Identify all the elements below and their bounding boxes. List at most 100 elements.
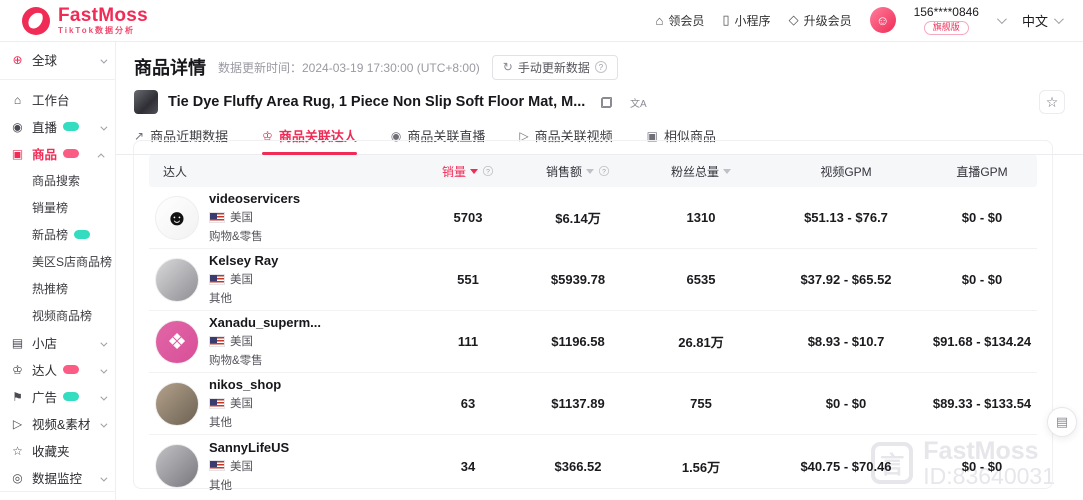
creator-category: 其他 <box>209 290 278 306</box>
us-flag-icon <box>209 212 225 223</box>
creator-avatar[interactable]: ☻ <box>155 196 199 240</box>
video-gpm-value: $51.13 - $76.7 <box>765 210 927 225</box>
column-info-icon[interactable] <box>599 166 609 176</box>
sidebar-subitem[interactable]: 新品榜 <box>32 221 115 248</box>
monitor-icon: ◎ <box>10 471 25 485</box>
shop-icon: ▤ <box>10 336 25 350</box>
language-label: 中文 <box>1022 11 1048 30</box>
manual-refresh-button[interactable]: ↻ 手动更新数据 <box>492 55 618 80</box>
product-icon: ▣ <box>10 147 25 161</box>
creator-name[interactable]: videoservicers <box>209 191 300 206</box>
column-header[interactable]: 达人 <box>149 163 417 180</box>
video-icon: ▷ <box>10 417 25 431</box>
column-label: 粉丝总量 <box>671 163 719 180</box>
creator-avatar[interactable]: ❖ <box>155 320 199 364</box>
new-badge <box>63 365 79 374</box>
new-badge <box>63 149 79 158</box>
sidebar-subitem[interactable]: 美区S店商品榜 <box>32 248 115 275</box>
fastmoss-logo[interactable]: FastMoss TikTok数据分析 <box>22 6 148 35</box>
sidebar-subitem-label: 商品搜索 <box>32 172 80 189</box>
topnav-item-label: 领会员 <box>668 12 704 29</box>
creator-name[interactable]: Kelsey Ray <box>209 253 278 268</box>
revenue-value: $366.52 <box>519 459 637 474</box>
followers-value: 26.81万 <box>637 332 765 351</box>
table-row[interactable]: Kelsey Ray 美国 其他 551 $5939.78 6535 $37.9… <box>149 249 1037 311</box>
column-header[interactable]: 直播GPM <box>927 163 1037 180</box>
creator-category: 购物&零售 <box>209 352 321 368</box>
sidebar-item-label: 直播 <box>32 117 57 136</box>
sidebar-item[interactable]: ▤ 小店 <box>0 329 115 356</box>
user-avatar[interactable]: ☺ <box>870 7 896 33</box>
sidebar-subitem-label: 视频商品榜 <box>32 307 92 324</box>
creator-avatar[interactable] <box>155 258 199 302</box>
sidebar-item[interactable]: ☆ 收藏夹 <box>0 437 115 464</box>
account-chevron-down-icon[interactable] <box>997 14 1007 24</box>
sort-caret-icon[interactable] <box>723 169 731 174</box>
column-header[interactable]: 销量 <box>417 163 519 180</box>
column-info-icon[interactable] <box>483 166 493 176</box>
sidebar-item[interactable]: ◎ 数据监控 <box>0 464 115 491</box>
info-icon <box>595 61 607 73</box>
column-header[interactable]: 销售额 <box>519 163 637 180</box>
miniapp-icon: ▯ <box>722 12 729 28</box>
topnav-item-label: 升级会员 <box>804 12 852 29</box>
us-flag-icon <box>209 274 225 285</box>
creator-name[interactable]: SannyLifeUS <box>209 440 289 455</box>
us-flag-icon <box>209 460 225 471</box>
sidebar-subitem[interactable]: 商品搜索 <box>32 167 115 194</box>
sidebar-subitem[interactable]: 销量榜 <box>32 194 115 221</box>
product-thumbnail[interactable] <box>134 90 158 114</box>
video-gpm-value: $8.93 - $10.7 <box>765 334 927 349</box>
column-label: 直播GPM <box>956 163 1007 180</box>
copy-icon[interactable] <box>595 93 617 111</box>
sidebar-item[interactable]: ♔ 达人 <box>0 356 115 383</box>
favorite-star-button[interactable]: ☆ <box>1039 90 1065 114</box>
creator-name[interactable]: nikos_shop <box>209 377 281 392</box>
sidebar-item[interactable]: ⚑ 广告 <box>0 383 115 410</box>
sidebar-subitem[interactable]: 视频商品榜 <box>32 302 115 329</box>
language-selector[interactable]: 中文 <box>1022 11 1061 30</box>
column-header[interactable]: 粉丝总量 <box>637 163 765 180</box>
sidebar-item[interactable]: ⌂ 工作台 <box>0 86 115 113</box>
table-row[interactable]: ❖ Xanadu_superm... 美国 购物&零售 111 $1196.58… <box>149 311 1037 373</box>
topnav-item[interactable]: ◇ 升级会员 <box>789 12 852 29</box>
chevron-icon <box>100 123 107 130</box>
sidebar-item-label: 小店 <box>32 333 57 352</box>
sort-caret-icon[interactable] <box>470 169 478 174</box>
topnav-item[interactable]: ⌂ 领会员 <box>656 12 705 29</box>
sidebar-item-global[interactable]: ⊕ 全球 <box>0 46 115 73</box>
sidebar-item[interactable]: ◉ 直播 <box>0 113 115 140</box>
column-label: 达人 <box>163 163 187 180</box>
translate-icon[interactable]: 文A <box>627 93 649 111</box>
live-icon: ◉ <box>10 120 25 134</box>
sidebar-item-label: 全球 <box>32 50 57 69</box>
product-title: Tie Dye Fluffy Area Rug, 1 Piece Non Sli… <box>168 94 585 110</box>
revenue-value: $1137.89 <box>519 396 637 411</box>
sidebar-subitem[interactable]: 热推榜 <box>32 275 115 302</box>
brand-tagline: TikTok数据分析 <box>58 27 148 35</box>
video-gpm-value: $37.92 - $65.52 <box>765 272 927 287</box>
creator-name[interactable]: Xanadu_superm... <box>209 315 321 330</box>
refresh-icon: ↻ <box>503 60 513 74</box>
gift-icon: ⌂ <box>656 13 664 28</box>
table-header: 达人 销量 销售额 粉丝总量 视频GPM 直播GPM <box>149 155 1037 187</box>
table-row[interactable]: ☻ videoservicers 美国 购物&零售 5703 $6.14万 13… <box>149 187 1037 249</box>
sidebar-item-label: 广告 <box>32 387 57 406</box>
sidebar-item[interactable]: ▣ 商品 <box>0 140 115 167</box>
new-badge <box>63 392 79 401</box>
creator-country: 美国 <box>230 333 253 349</box>
account-info[interactable]: 156****0846 旗舰版 <box>914 6 979 35</box>
followers-value: 1310 <box>637 210 765 225</box>
table-row[interactable]: SannyLifeUS 美国 其他 34 $366.52 1.56万 $40.7… <box>149 435 1037 497</box>
home-icon: ⌂ <box>10 93 25 107</box>
video-gpm-value: $0 - $0 <box>765 396 927 411</box>
topnav-item[interactable]: ▯ 小程序 <box>722 12 770 29</box>
chevron-down-icon <box>100 56 107 63</box>
creator-avatar[interactable] <box>155 382 199 426</box>
feedback-button[interactable]: ▤ <box>1047 407 1077 437</box>
table-row[interactable]: nikos_shop 美国 其他 63 $1137.89 755 $0 - $0… <box>149 373 1037 435</box>
creator-avatar[interactable] <box>155 444 199 488</box>
column-header[interactable]: 视频GPM <box>765 163 927 180</box>
sort-caret-icon[interactable] <box>586 169 594 174</box>
sidebar-item[interactable]: ▷ 视频&素材 <box>0 410 115 437</box>
